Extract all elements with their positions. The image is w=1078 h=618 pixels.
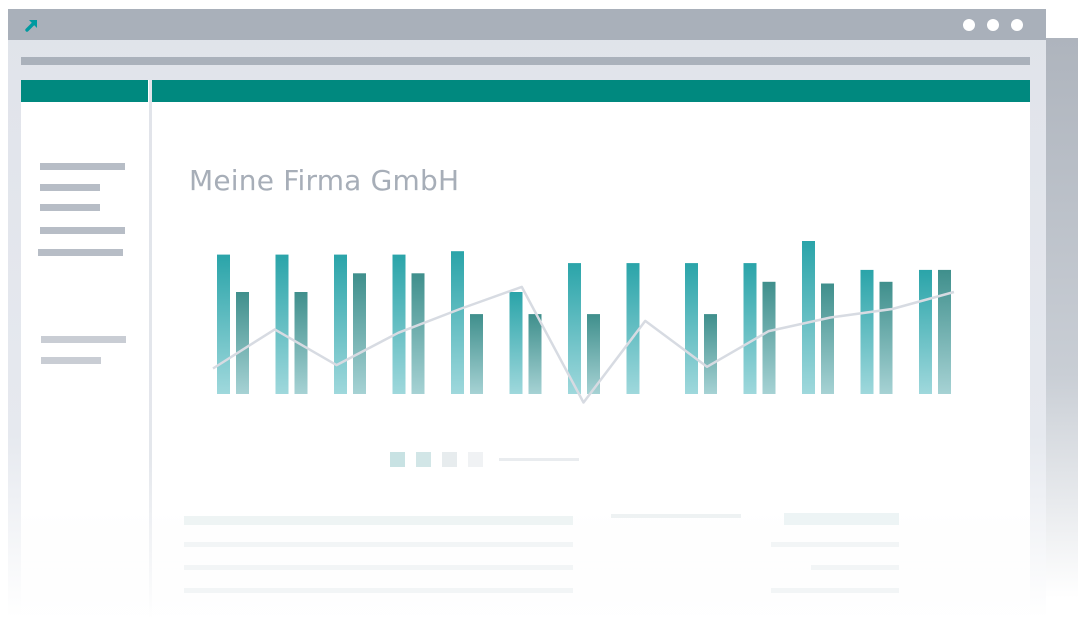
bar-primary bbox=[392, 254, 406, 394]
table-row bbox=[184, 588, 573, 593]
bar-secondary bbox=[236, 292, 249, 394]
table-header bbox=[784, 513, 899, 525]
bar-primary bbox=[743, 263, 757, 394]
window-dot-icon[interactable] bbox=[987, 19, 999, 31]
line-series bbox=[212, 285, 955, 404]
window-dot-icon[interactable] bbox=[1011, 19, 1023, 31]
chart-line-layer bbox=[212, 285, 955, 404]
bar-secondary bbox=[821, 283, 834, 394]
bar-secondary bbox=[353, 273, 366, 394]
bar-secondary bbox=[704, 314, 717, 394]
bar-primary bbox=[451, 251, 464, 394]
bar-secondary bbox=[762, 281, 776, 394]
bar-primary bbox=[509, 292, 523, 394]
bar-primary bbox=[217, 254, 230, 394]
arrow-up-right-icon[interactable] bbox=[22, 15, 42, 35]
bar-primary bbox=[334, 254, 347, 394]
page-content: Meine Firma GmbH bbox=[21, 80, 1030, 618]
bar-primary bbox=[626, 263, 640, 394]
bar-secondary bbox=[528, 314, 542, 394]
address-bar[interactable] bbox=[21, 57, 1030, 65]
bar-primary bbox=[802, 241, 815, 394]
background-window bbox=[1046, 38, 1078, 598]
table-row bbox=[184, 542, 573, 547]
bar-primary bbox=[568, 263, 581, 394]
table-row bbox=[811, 565, 899, 570]
legend-swatch bbox=[416, 452, 431, 467]
bar-secondary bbox=[411, 273, 425, 394]
bar-secondary bbox=[470, 314, 483, 394]
legend-swatch bbox=[390, 452, 405, 467]
bar-primary bbox=[275, 254, 289, 394]
chart-bars bbox=[217, 241, 951, 394]
table-header bbox=[611, 514, 741, 518]
window-dot-icon[interactable] bbox=[963, 19, 975, 31]
legend-swatch bbox=[442, 452, 457, 467]
bar-secondary bbox=[879, 281, 893, 394]
legend-line bbox=[499, 458, 579, 461]
table-row bbox=[771, 588, 899, 593]
bar-secondary bbox=[938, 269, 951, 394]
bar-primary bbox=[685, 263, 698, 394]
bar-line-chart bbox=[212, 241, 955, 404]
table-header bbox=[184, 516, 573, 525]
title-bar bbox=[8, 9, 1046, 40]
legend-swatch bbox=[468, 452, 483, 467]
table-row bbox=[771, 542, 899, 547]
table-row bbox=[184, 565, 573, 570]
bar-primary bbox=[919, 269, 932, 394]
bar-primary bbox=[860, 269, 874, 394]
